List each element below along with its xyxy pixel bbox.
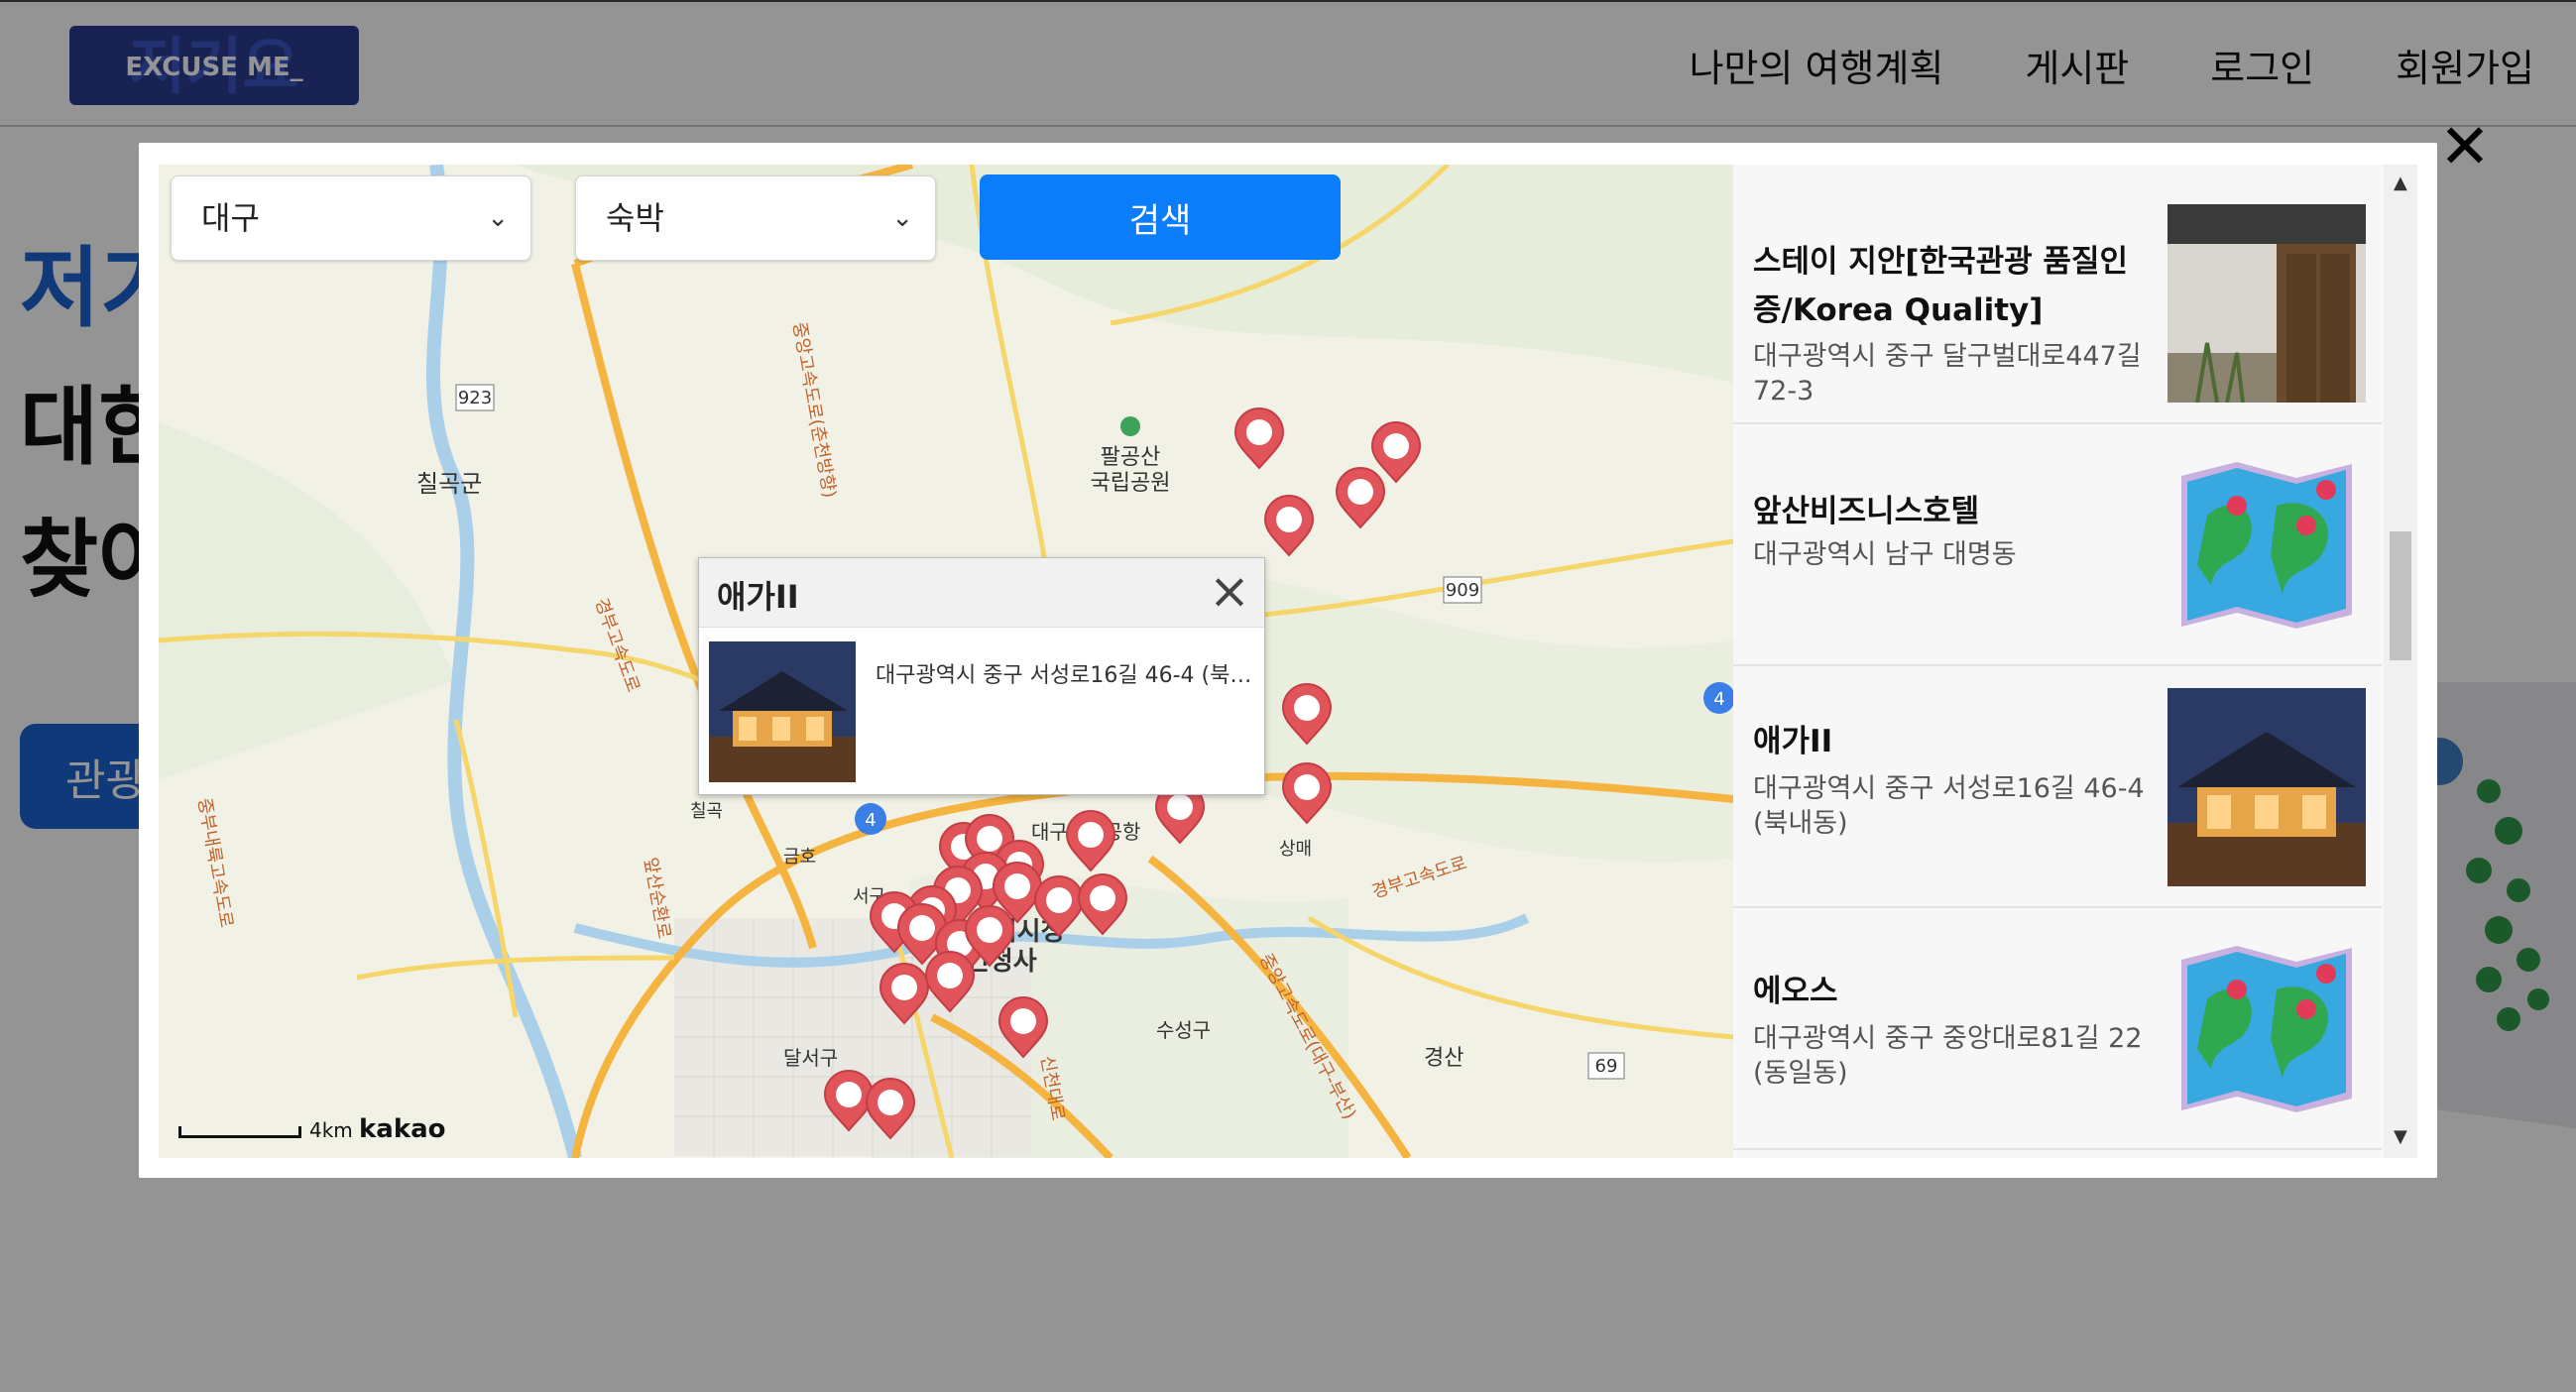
scroll-up-icon[interactable]: ▲ [2394, 173, 2407, 193]
hanok-night-photo [2167, 688, 2366, 886]
list-item-name: 앞산비즈니스호텔 [1753, 494, 1980, 529]
modal-close-icon[interactable]: ✕ [2435, 116, 2495, 177]
region-select[interactable]: 대구 ⌄ [171, 175, 531, 261]
list-item[interactable]: 앞산비즈니스호텔 대구광역시 남구 대명동 [1733, 426, 2382, 666]
list-item-address: 대구광역시 중구 달구벌대로447길 72-3 [1753, 341, 2142, 406]
map-placeholder-icon [2181, 946, 2352, 1112]
road-909-label: 909 [1446, 580, 1479, 601]
road-923-label: 923 [458, 388, 492, 408]
map-label-geumho: 금호 [783, 847, 816, 868]
map-marker-center [977, 917, 1002, 943]
map-marker-center [1090, 885, 1115, 911]
search-button[interactable]: 검색 [980, 174, 1341, 260]
map-label-suseonggu: 수성구 [1156, 1018, 1211, 1042]
list-item-address: 대구광역시 중구 서성로16길 46-4 (북내동) [1753, 773, 2145, 839]
list-item-name: 애가II [1753, 724, 1833, 759]
map-label-palgongsan: 팔공산 [1101, 445, 1161, 470]
map-label-national-park: 국립공원 [1091, 471, 1171, 496]
chevron-down-icon: ⌄ [487, 203, 509, 233]
map-marker-center [891, 975, 917, 1000]
road-4-label: 4 [1713, 689, 1724, 710]
map-marker-center [1167, 794, 1193, 820]
map-label-chilgok-small: 칠곡 [690, 801, 723, 822]
hanok-door-photo [2167, 204, 2366, 403]
popup-header: 애가II × [699, 558, 1264, 628]
map-label-dalseogu: 달서구 [783, 1046, 838, 1070]
map-marker-center [1294, 695, 1320, 721]
map-marker-center [1246, 419, 1272, 445]
results-scrollbar[interactable]: ▲ ▼ [2384, 165, 2417, 1158]
scroll-thumb[interactable] [2390, 531, 2411, 660]
map-placeholder-icon [2181, 462, 2352, 629]
map-marker-center [1078, 822, 1104, 848]
list-item-address: 대구광역시 남구 대명동 [1753, 539, 2017, 570]
map-marker-center [878, 1090, 903, 1115]
map-label-gyeongsan: 경산 [1424, 1046, 1464, 1071]
results-list[interactable]: 스테이 지안[한국관광 품질인증/Korea Quality] 대구광역시 중구… [1733, 165, 2417, 1158]
list-item[interactable]: 스테이 지안[한국관광 품질인증/Korea Quality] 대구광역시 중구… [1733, 184, 2382, 424]
category-select-value: 숙박 [606, 199, 664, 237]
map-marker-center [1010, 1008, 1036, 1034]
popup-close-icon[interactable]: × [1205, 566, 1254, 616]
list-item[interactable]: 에오스 대구광역시 중구 중앙대로81길 22 (동일동) [1733, 910, 2382, 1150]
map-label-sangmae: 상매 [1279, 839, 1312, 860]
road-69-label: 69 [1595, 1056, 1618, 1077]
chevron-down-icon: ⌄ [891, 203, 913, 233]
road-4-label-2: 4 [865, 810, 876, 831]
list-item-address: 대구광역시 중구 중앙대로81길 22 (동일동) [1753, 1023, 2143, 1089]
map-marker-center [937, 963, 963, 988]
list-item-name: 에오스 [1753, 974, 1838, 1009]
map-marker-center [1294, 774, 1320, 800]
popup-address: 대구광역시 중구 서성로16길 46-4 (북내동) [876, 663, 1254, 688]
region-select-value: 대구 [201, 199, 260, 237]
map-marker-center [977, 826, 1002, 852]
category-select[interactable]: 숙박 ⌄ [575, 175, 936, 261]
list-item[interactable]: 애가II 대구광역시 중구 서성로16길 46-4 (북내동) [1733, 668, 2382, 908]
popup-thumbnail [709, 641, 856, 782]
map-scale-bar [178, 1126, 301, 1138]
map-marker-center [1276, 507, 1302, 532]
map-marker-center [1383, 433, 1409, 459]
popup-title: 애가II [717, 578, 799, 616]
map-scale-label: 4km [309, 1118, 353, 1142]
map-marker-center [1046, 887, 1072, 913]
list-item-name: 스테이 지안[한국관광 품질인증/Korea Quality] [1753, 244, 2128, 328]
map-label-chilgok: 칠곡군 [416, 470, 482, 498]
map-marker-center [1347, 479, 1373, 505]
kakao-logo: kakao [359, 1114, 446, 1144]
scroll-down-icon[interactable]: ▼ [2394, 1126, 2407, 1147]
map-marker-center [836, 1082, 862, 1107]
map-marker-center [1004, 873, 1030, 899]
map-info-popup[interactable]: 애가II × 대구광역시 중구 서성로16길 46-4 (북내동) [698, 557, 1265, 795]
map-marker-center [909, 915, 935, 941]
